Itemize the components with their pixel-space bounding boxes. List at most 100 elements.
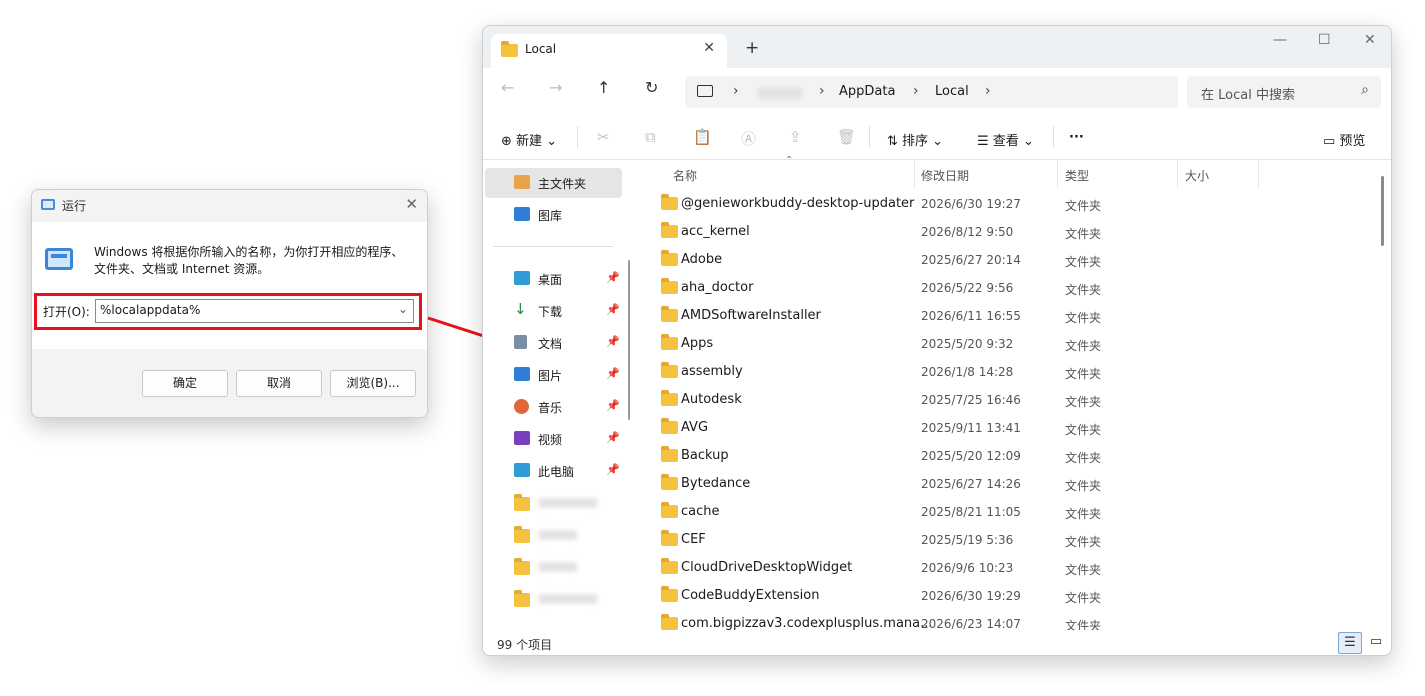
column-name[interactable]: 名称: [673, 167, 697, 184]
file-date: 2026/6/23 14:07: [921, 617, 1021, 631]
table-row[interactable]: Apps 2025/5/20 9:32 文件夹: [639, 330, 1359, 358]
sidebar-item-desktop[interactable]: 桌面 📌: [485, 264, 622, 294]
file-name: AVG: [681, 420, 709, 435]
ok-button[interactable]: 确定: [142, 370, 228, 397]
sort-button[interactable]: ⇅ 排序 ⌄: [887, 130, 943, 149]
tab-local[interactable]: Local ✕: [491, 34, 727, 68]
copy-icon[interactable]: ⧉: [645, 128, 656, 146]
pin-icon[interactable]: 📌: [606, 335, 620, 348]
download-icon: ↓: [514, 300, 527, 318]
search-icon[interactable]: ⌕: [1361, 82, 1369, 98]
highlight-box: [34, 293, 422, 330]
close-icon[interactable]: ✕: [703, 40, 715, 56]
close-icon[interactable]: ✕: [405, 195, 418, 213]
breadcrumb-local[interactable]: Local: [935, 84, 969, 99]
picture-icon: [514, 367, 530, 381]
sidebar-item-videos[interactable]: 视频 📌: [485, 424, 622, 454]
maximize-icon[interactable]: ☐: [1318, 32, 1331, 48]
column-size[interactable]: 大小: [1185, 167, 1209, 184]
table-row[interactable]: CEF 2025/5/19 5:36 文件夹: [639, 526, 1359, 554]
paste-icon[interactable]: 📋: [693, 128, 712, 146]
divider: [1053, 126, 1054, 148]
file-type: 文件夹: [1065, 423, 1102, 437]
sidebar-item-gallery[interactable]: 图库: [485, 200, 622, 230]
table-row[interactable]: CloudDriveDesktopWidget 2026/9/6 10:23 文件夹: [639, 554, 1359, 582]
file-type: 文件夹: [1065, 283, 1102, 297]
browse-button[interactable]: 浏览(B)...: [330, 370, 416, 397]
minimize-icon[interactable]: —: [1273, 32, 1287, 48]
sidebar-item-music[interactable]: 音乐 📌: [485, 392, 622, 422]
table-row[interactable]: aha_doctor 2026/5/22 9:56 文件夹: [639, 274, 1359, 302]
sidebar-item-folder[interactable]: [485, 488, 622, 518]
column-separator[interactable]: [1177, 160, 1178, 188]
sidebar-item-home[interactable]: 主文件夹: [485, 168, 622, 198]
chevron-right-icon[interactable]: ›: [913, 83, 919, 99]
column-date[interactable]: 修改日期: [921, 167, 969, 184]
forward-icon[interactable]: →: [549, 78, 562, 97]
file-list: ⌃ 名称 修改日期 类型 大小 @genieworkbuddy-desktop-…: [639, 155, 1391, 633]
table-row[interactable]: AVG 2025/9/11 13:41 文件夹: [639, 414, 1359, 442]
scrollbar-thumb[interactable]: [628, 260, 630, 420]
view-button[interactable]: ☰ 查看 ⌄: [977, 130, 1034, 149]
rename-icon[interactable]: Ⓐ: [741, 128, 756, 149]
pin-icon[interactable]: 📌: [606, 271, 620, 284]
table-row[interactable]: Bytedance 2025/6/27 14:26 文件夹: [639, 470, 1359, 498]
cut-icon[interactable]: ✂: [597, 128, 610, 146]
delete-icon[interactable]: 🗑: [837, 128, 856, 146]
new-tab-button[interactable]: +: [745, 38, 759, 58]
more-button[interactable]: ···: [1069, 130, 1084, 145]
sidebar-item-documents[interactable]: 文档 📌: [485, 328, 622, 358]
preview-button[interactable]: ▭ 预览: [1323, 130, 1365, 149]
back-icon[interactable]: ←: [501, 78, 514, 97]
sidebar-item-folder[interactable]: [485, 552, 622, 582]
pin-icon[interactable]: 📌: [606, 303, 620, 316]
chevron-right-icon[interactable]: ›: [985, 83, 991, 99]
folder-icon: [661, 250, 678, 266]
sidebar-scrollbar[interactable]: [628, 160, 631, 440]
breadcrumb-user[interactable]: [757, 87, 803, 99]
pin-icon[interactable]: 📌: [606, 399, 620, 412]
table-row[interactable]: AMDSoftwareInstaller 2026/6/11 16:55 文件夹: [639, 302, 1359, 330]
run-app-icon: [41, 199, 55, 210]
column-type[interactable]: 类型: [1065, 167, 1089, 184]
address-input[interactable]: › › AppData › Local ›: [685, 76, 1178, 108]
pin-icon[interactable]: 📌: [606, 431, 620, 444]
sidebar-item-label: [538, 562, 578, 572]
table-row[interactable]: Adobe 2025/6/27 20:14 文件夹: [639, 246, 1359, 274]
table-row[interactable]: @genieworkbuddy-desktop-updater 2026/6/30…: [639, 190, 1359, 218]
chevron-right-icon[interactable]: ›: [733, 83, 739, 99]
table-row[interactable]: Autodesk 2025/7/25 16:46 文件夹: [639, 386, 1359, 414]
sidebar-item-pictures[interactable]: 图片 📌: [485, 360, 622, 390]
breadcrumb-appdata[interactable]: AppData: [839, 84, 895, 99]
up-icon[interactable]: ↑: [597, 78, 610, 97]
folder-icon: [661, 194, 678, 210]
sidebar-item-downloads[interactable]: ↓ 下载 📌: [485, 296, 622, 326]
vertical-scrollbar[interactable]: [1381, 176, 1384, 246]
pin-icon[interactable]: 📌: [606, 463, 620, 476]
chevron-right-icon[interactable]: ›: [819, 83, 825, 99]
sidebar-item-this-pc[interactable]: 此电脑 📌: [485, 456, 622, 486]
share-icon[interactable]: ⇪: [789, 128, 802, 146]
new-button[interactable]: ⊕ 新建 ⌄: [501, 130, 557, 149]
table-row[interactable]: acc_kernel 2026/8/12 9:50 文件夹: [639, 218, 1359, 246]
details-view-icon[interactable]: ☰: [1338, 632, 1362, 654]
sidebar-item-folder[interactable]: [485, 584, 622, 614]
search-input[interactable]: 在 Local 中搜索 ⌕: [1187, 76, 1381, 108]
column-separator[interactable]: [1057, 160, 1058, 188]
refresh-icon[interactable]: ↻: [645, 78, 658, 97]
view-label: 查看: [992, 134, 1019, 149]
column-separator[interactable]: [1258, 160, 1259, 188]
file-name: Apps: [681, 336, 714, 351]
tiles-view-icon[interactable]: ▭: [1364, 632, 1388, 654]
file-type: 文件夹: [1065, 227, 1102, 241]
cancel-button[interactable]: 取消: [236, 370, 322, 397]
sidebar-item-folder[interactable]: [485, 520, 622, 550]
column-separator[interactable]: [914, 160, 915, 188]
table-row[interactable]: assembly 2026/1/8 14:28 文件夹: [639, 358, 1359, 386]
table-row[interactable]: CodeBuddyExtension 2026/6/30 19:29 文件夹: [639, 582, 1359, 610]
music-icon: [514, 399, 529, 414]
close-icon[interactable]: ✕: [1364, 32, 1376, 48]
pin-icon[interactable]: 📌: [606, 367, 620, 380]
table-row[interactable]: cache 2025/8/21 11:05 文件夹: [639, 498, 1359, 526]
table-row[interactable]: Backup 2025/5/20 12:09 文件夹: [639, 442, 1359, 470]
